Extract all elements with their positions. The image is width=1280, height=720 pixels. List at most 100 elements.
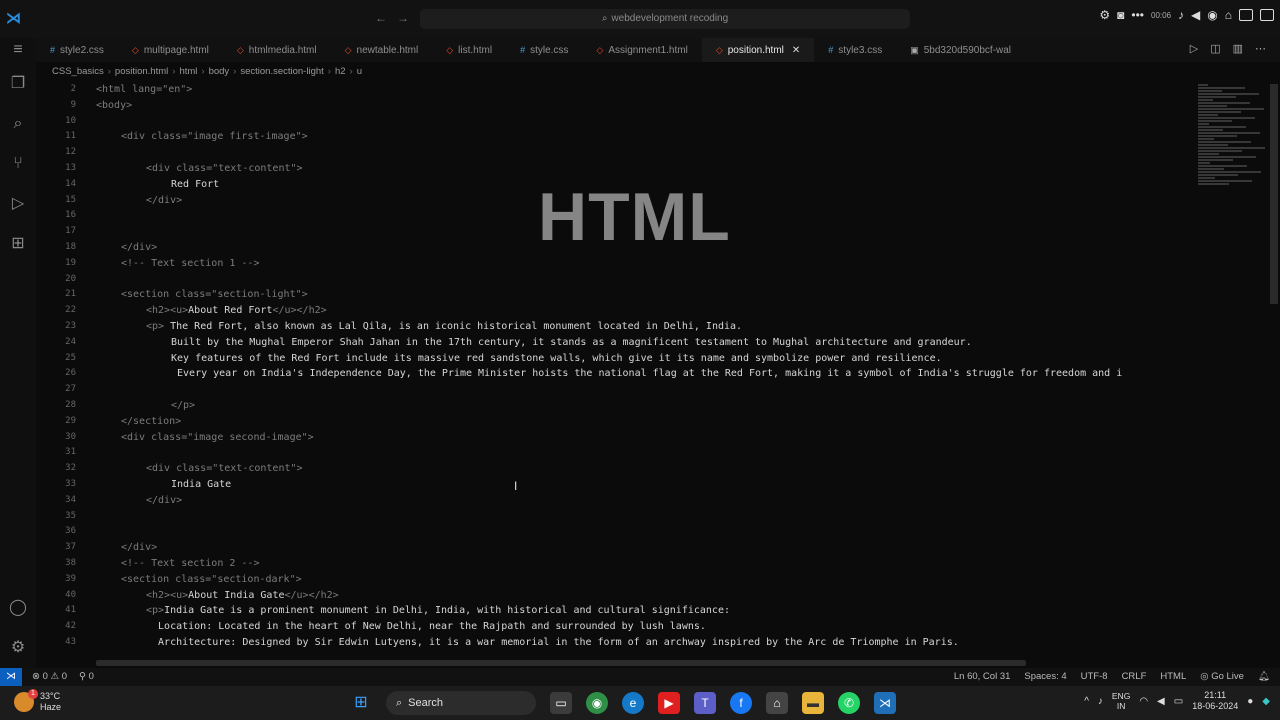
file-explorer-icon[interactable]: ▬ bbox=[802, 692, 824, 714]
code-line[interactable]: </div> bbox=[121, 242, 157, 253]
code-line[interactable]: Red Fort bbox=[171, 179, 219, 190]
code-line[interactable]: </section> bbox=[121, 416, 181, 427]
tab-style2-css[interactable]: # style2.css bbox=[36, 38, 118, 62]
code-line[interactable]: <section class="section-light"> bbox=[121, 289, 308, 300]
tab-style-css[interactable]: # style.css bbox=[506, 38, 582, 62]
code-line[interactable]: India Gate bbox=[171, 479, 231, 490]
code-line[interactable]: <div class="image first-image"> bbox=[121, 131, 308, 142]
more-actions-icon[interactable]: ⋯ bbox=[1255, 42, 1266, 55]
microphone-tray-icon[interactable]: ♪ bbox=[1098, 696, 1103, 707]
code-line[interactable]: Key features of the Red Fort include its… bbox=[171, 353, 942, 364]
microphone-icon[interactable]: ♪ bbox=[1178, 8, 1184, 22]
toggle-panel-icon[interactable]: ▥ bbox=[1233, 42, 1243, 55]
code-line[interactable]: Architecture: Designed by Sir Edwin Luty… bbox=[146, 637, 959, 648]
manage-gear-icon[interactable]: ⚙ bbox=[8, 638, 28, 658]
breadcrumb-item[interactable]: position.html bbox=[115, 66, 168, 80]
indentation[interactable]: Spaces: 4 bbox=[1024, 671, 1066, 682]
tab-htmlmedia-html[interactable]: ◇ htmlmedia.html bbox=[223, 38, 331, 62]
tab-multipage-html[interactable]: ◇ multipage.html bbox=[118, 38, 223, 62]
code-line[interactable]: <div class="image second-image"> bbox=[121, 432, 314, 443]
chrome-icon[interactable]: ◉ bbox=[586, 692, 608, 714]
ports-indicator[interactable]: ⚲ 0 bbox=[79, 671, 94, 682]
tab-newtable-html[interactable]: ◇ newtable.html bbox=[331, 38, 433, 62]
volume-icon[interactable]: ◀ bbox=[1157, 696, 1165, 707]
source-control-icon[interactable]: ⑂ bbox=[8, 154, 28, 174]
account-icon[interactable]: ◯ bbox=[8, 598, 28, 618]
breadcrumb-item[interactable]: u bbox=[357, 66, 362, 80]
line-endings[interactable]: CRLF bbox=[1122, 671, 1147, 682]
breadcrumb-item[interactable]: h2 bbox=[335, 66, 346, 80]
code-line[interactable]: </p> bbox=[171, 400, 195, 411]
tab-style3-css[interactable]: # style3.css bbox=[814, 38, 896, 62]
more-icon[interactable]: ••• bbox=[1131, 8, 1144, 22]
command-center-search[interactable]: ⌕ webdevelopment recoding bbox=[420, 9, 910, 29]
code-line[interactable]: Built by the Mughal Emperor Shah Jahan i… bbox=[171, 337, 972, 348]
remote-indicator-icon[interactable]: ⋊ bbox=[0, 668, 22, 686]
battery-icon[interactable]: ▭ bbox=[1174, 696, 1183, 707]
vertical-scrollbar[interactable] bbox=[1270, 84, 1278, 304]
language-indicator[interactable]: ENG IN bbox=[1112, 691, 1130, 711]
code-line[interactable]: </div> bbox=[121, 542, 157, 553]
run-debug-icon[interactable]: ▷ bbox=[8, 194, 28, 214]
horizontal-scrollbar[interactable] bbox=[96, 660, 1026, 666]
copilot-icon[interactable]: ◆ bbox=[1262, 696, 1270, 707]
code-line[interactable]: <html lang="en"> bbox=[96, 84, 192, 95]
restore-button[interactable] bbox=[1260, 9, 1274, 21]
pin-icon[interactable]: ⌂ bbox=[1225, 8, 1232, 22]
encoding[interactable]: UTF-8 bbox=[1081, 671, 1108, 682]
windows-start-icon[interactable]: ⊞ bbox=[350, 692, 372, 714]
minimap[interactable] bbox=[1198, 84, 1270, 194]
notifications-bell-icon[interactable]: 🔔︎ bbox=[1258, 671, 1270, 682]
forward-arrow-icon[interactable]: → bbox=[397, 11, 409, 25]
close-icon[interactable]: ✕ bbox=[792, 45, 800, 56]
code-line[interactable]: <div class="text-content"> bbox=[146, 163, 303, 174]
code-line[interactable]: <section class="section-dark"> bbox=[121, 574, 302, 585]
tab-position-html[interactable]: ◇ position.html ✕ bbox=[701, 38, 815, 62]
code-line[interactable]: </div> bbox=[146, 195, 182, 206]
split-editor-icon[interactable]: ◫ bbox=[1210, 42, 1220, 55]
problems-indicator[interactable]: ⊗ 0 ⚠ 0 bbox=[32, 671, 67, 682]
extensions-icon[interactable]: ⊞ bbox=[8, 234, 28, 254]
tab-5bd320d590bcf-wal[interactable]: ▣ 5bd320d590bcf-wal bbox=[896, 38, 1025, 62]
breadcrumb-item[interactable]: html bbox=[179, 66, 197, 80]
code-line[interactable]: <h2><u>About India Gate</u></h2> bbox=[146, 590, 339, 601]
language-mode[interactable]: HTML bbox=[1160, 671, 1186, 682]
cursor-position[interactable]: Ln 60, Col 31 bbox=[954, 671, 1011, 682]
edge-icon[interactable]: e bbox=[622, 692, 644, 714]
camera-icon[interactable]: ◙ bbox=[1117, 8, 1124, 22]
breadcrumb-item[interactable]: body bbox=[209, 66, 230, 80]
settings-gear-icon[interactable]: ⚙ bbox=[1099, 8, 1110, 22]
code-line[interactable]: Every year on India's Independence Day, … bbox=[171, 368, 1122, 379]
tab-assignment1-html[interactable]: ◇ Assignment1.html bbox=[582, 38, 701, 62]
code-line[interactable]: <!-- Text section 2 --> bbox=[121, 558, 259, 569]
speaker-icon[interactable]: ◀ bbox=[1191, 8, 1200, 22]
explorer-icon[interactable]: ❐ bbox=[8, 74, 28, 94]
code-editor[interactable]: 2 9 10 11 12 13 14 15 16 17 18 19 20 21 22 23 24 25 26 27 28… bbox=[36, 82, 1280, 668]
code-line[interactable]: Location: Located in the heart of New De… bbox=[146, 621, 706, 632]
youtube-icon[interactable]: ▶ bbox=[658, 692, 680, 714]
teams-icon[interactable]: T bbox=[694, 692, 716, 714]
notification-center-icon[interactable]: ● bbox=[1247, 696, 1253, 707]
vscode-taskbar-icon[interactable]: ⋊ bbox=[874, 692, 896, 714]
system-clock[interactable]: 21:11 18-06-2024 bbox=[1192, 690, 1238, 712]
tab-list-html[interactable]: ◇ list.html bbox=[432, 38, 506, 62]
breadcrumb-item[interactable]: CSS_basics bbox=[52, 66, 104, 80]
code-line[interactable]: <body> bbox=[96, 100, 132, 111]
facebook-icon[interactable]: f bbox=[730, 692, 752, 714]
wifi-icon[interactable]: ◠ bbox=[1139, 696, 1148, 707]
code-line[interactable]: <!-- Text section 1 --> bbox=[121, 258, 259, 269]
breadcrumb-item[interactable]: section.section-light bbox=[240, 66, 323, 80]
weather-widget[interactable]: 1 33°C Haze bbox=[14, 689, 61, 713]
code-line[interactable]: <h2><u>About Red Fort</u></h2> bbox=[146, 305, 327, 316]
back-arrow-icon[interactable]: ← bbox=[375, 11, 387, 25]
store-icon[interactable]: ⌂ bbox=[766, 692, 788, 714]
run-icon[interactable]: ▷ bbox=[1190, 42, 1198, 55]
show-hidden-icons[interactable]: ^ bbox=[1084, 696, 1089, 707]
search-sidebar-icon[interactable]: ⌕ bbox=[8, 114, 28, 134]
code-line[interactable]: <p> The Red Fort, also known as Lal Qila… bbox=[146, 321, 742, 332]
code-line[interactable]: <p>India Gate is a prominent monument in… bbox=[146, 605, 730, 616]
taskbar-search[interactable]: ⌕ Search bbox=[386, 691, 536, 715]
go-live-button[interactable]: ◎ Go Live bbox=[1200, 671, 1244, 682]
code-line[interactable]: <div class="text-content"> bbox=[146, 463, 303, 474]
whatsapp-icon[interactable]: ✆ bbox=[838, 692, 860, 714]
